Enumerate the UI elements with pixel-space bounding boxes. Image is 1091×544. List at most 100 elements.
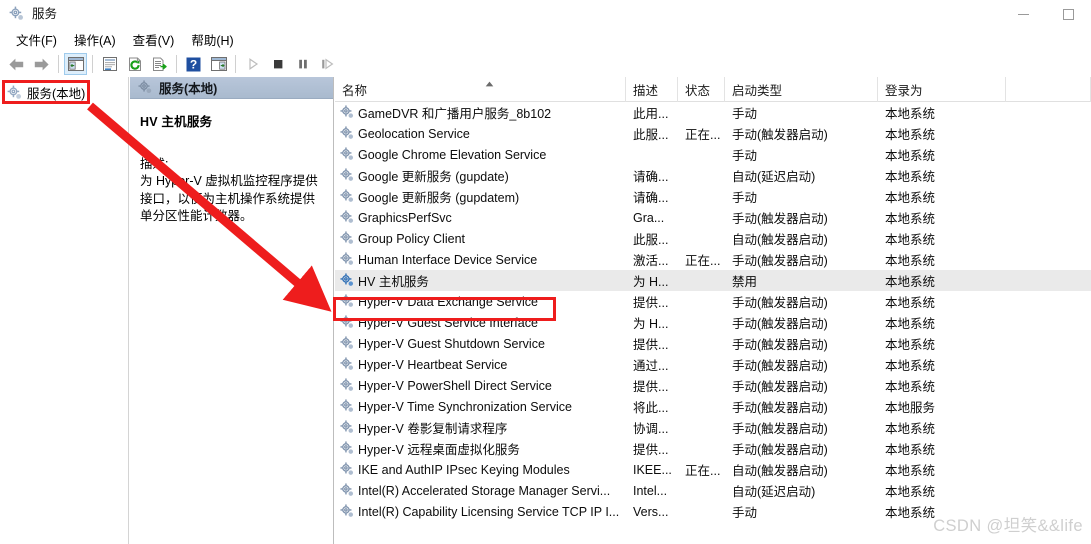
restart-service-button[interactable] xyxy=(316,53,339,75)
cell-startup-type: 手动(触发器启动) xyxy=(732,380,828,394)
tree-node-services-local[interactable]: 服务(本地) xyxy=(4,83,107,102)
cell-log-on-as: 本地系统 xyxy=(885,443,936,457)
svg-text:?: ? xyxy=(190,57,197,71)
table-row[interactable]: Hyper-V 远程桌面虚拟化服务 提供... 手动(触发器启动) 本地系统 xyxy=(335,438,1091,459)
service-name-text: Google Chrome Elevation Service xyxy=(358,147,547,162)
detail-pane-body: HV 主机服务 描述: 为 Hyper-V 虚拟机监控程序提供接口，以便为主机操… xyxy=(130,99,333,226)
help-button[interactable]: ? xyxy=(182,53,205,75)
cell-name: Hyper-V Heartbeat Service xyxy=(335,357,626,372)
gear-icon xyxy=(9,6,23,20)
table-row[interactable]: Google 更新服务 (gupdate) 请确... 自动(延迟启动) 本地系统 xyxy=(335,165,1091,186)
cell-name: Geolocation Service xyxy=(335,126,626,141)
menu-action[interactable]: 操作(A) xyxy=(66,28,125,51)
show-console-tree-button[interactable] xyxy=(207,53,230,75)
cell-log-on-as: 本地系统 xyxy=(885,275,936,289)
toolbar-separator-2 xyxy=(92,55,93,73)
table-row[interactable]: Google Chrome Elevation Service 手动 本地系统 xyxy=(335,144,1091,165)
cell-startup-type: 手动(触发器启动) xyxy=(732,317,828,331)
services-console-window: 服务 文件(F) 操作(A) 查看(V) 帮助(H) ? 服务(本地) 服务(本… xyxy=(0,0,1091,544)
cell-startup-type: 手动 xyxy=(732,107,758,121)
detail-pane-title: 服务(本地) xyxy=(159,82,218,96)
column-name-label: 名称 xyxy=(342,84,368,98)
service-name-text: Group Policy Client xyxy=(358,231,465,246)
start-service-button[interactable] xyxy=(241,53,264,75)
main-area: 服务(本地) 服务(本地) HV 主机服务 描述: 为 Hyper-V 虚拟机监… xyxy=(0,77,1091,544)
table-row[interactable]: Hyper-V 卷影复制请求程序 协调... 手动(触发器启动) 本地系统 xyxy=(335,417,1091,438)
gear-icon xyxy=(340,126,354,139)
pause-service-icon xyxy=(298,59,307,69)
cell-startup-type: 手动(触发器启动) xyxy=(732,296,828,310)
table-row[interactable]: Hyper-V Guest Service Interface 为 H... 手动(… xyxy=(335,312,1091,333)
cell-description: 提供... xyxy=(633,380,669,394)
menu-file[interactable]: 文件(F) xyxy=(8,28,66,51)
table-row[interactable]: Geolocation Service 此服... 正在... 手动(触发器启动) 本地… xyxy=(335,123,1091,144)
sort-ascending-icon xyxy=(485,81,494,87)
cell-log-on-as: 本地系统 xyxy=(885,191,936,205)
cell-name: Hyper-V Data Exchange Service xyxy=(335,294,626,309)
cell-name: Human Interface Device Service xyxy=(335,252,626,267)
table-row[interactable]: Hyper-V Time Synchronization Service 将此..… xyxy=(335,396,1091,417)
show-hide-tree-button[interactable] xyxy=(64,53,87,75)
table-row[interactable]: HV 主机服务 为 H... 禁用 本地系统 xyxy=(335,270,1091,291)
show-console-tree-icon xyxy=(210,56,227,71)
description-text: 为 Hyper-V 虚拟机监控程序提供接口，以便为主机操作系统提供单分区性能计数… xyxy=(140,174,318,223)
cell-name: Hyper-V PowerShell Direct Service xyxy=(335,378,626,393)
table-row[interactable]: Intel(R) Accelerated Storage Manager Ser… xyxy=(335,480,1091,501)
cell-description: 通过... xyxy=(633,359,669,373)
forward-button[interactable] xyxy=(30,53,53,75)
service-name-text: Human Interface Device Service xyxy=(358,252,538,267)
column-name[interactable]: 名称 xyxy=(335,77,626,102)
cell-log-on-as: 本地系统 xyxy=(885,296,936,310)
column-startup-type[interactable]: 启动类型 xyxy=(725,77,878,102)
pause-service-button[interactable] xyxy=(291,53,314,75)
stop-service-button[interactable] xyxy=(266,53,289,75)
minimize-button[interactable] xyxy=(1001,0,1046,28)
cell-description: 此用... xyxy=(633,107,669,121)
menu-view[interactable]: 查看(V) xyxy=(125,28,184,51)
cell-log-on-as: 本地系统 xyxy=(885,254,936,268)
services-list-header: 名称 描述 状态 启动类型 登录为 xyxy=(335,77,1091,102)
gear-icon xyxy=(340,420,354,433)
table-row[interactable]: IKE and AuthIP IPsec Keying Modules IKEE.… xyxy=(335,459,1091,480)
table-row[interactable]: Hyper-V PowerShell Direct Service 提供... 手动… xyxy=(335,375,1091,396)
export-list-button[interactable] xyxy=(148,53,171,75)
column-spacer[interactable] xyxy=(1006,77,1091,102)
cell-startup-type: 手动 xyxy=(732,506,758,520)
column-status[interactable]: 状态 xyxy=(678,77,725,102)
column-log-on-as[interactable]: 登录为 xyxy=(878,77,1006,102)
service-name-text: Hyper-V Heartbeat Service xyxy=(358,357,508,372)
service-name-text: GraphicsPerfSvc xyxy=(358,210,452,225)
service-name-text: Google 更新服务 (gupdatem) xyxy=(358,191,520,205)
cell-name: Group Policy Client xyxy=(335,231,626,246)
service-name-text: Hyper-V Time Synchronization Service xyxy=(358,399,572,414)
column-log-on-as-label: 登录为 xyxy=(885,84,923,98)
cell-status: 正在... xyxy=(685,464,721,478)
refresh-button[interactable] xyxy=(123,53,146,75)
gear-icon xyxy=(340,399,354,412)
gear-icon xyxy=(340,231,354,244)
export-list-icon xyxy=(152,57,167,71)
table-row[interactable]: Group Policy Client 此服... 自动(触发器启动) 本地系统 xyxy=(335,228,1091,249)
table-row[interactable]: Human Interface Device Service 激活... 正在...… xyxy=(335,249,1091,270)
table-row[interactable]: GameDVR 和广播用户服务_8b102 此用... 手动 本地系统 xyxy=(335,102,1091,123)
cell-log-on-as: 本地系统 xyxy=(885,212,936,226)
back-button[interactable] xyxy=(5,53,28,75)
column-startup-type-label: 启动类型 xyxy=(732,84,783,98)
table-row[interactable]: Hyper-V Data Exchange Service 提供... 手动(触发器… xyxy=(335,291,1091,312)
maximize-button[interactable] xyxy=(1046,0,1091,28)
properties-button[interactable] xyxy=(98,53,121,75)
table-row[interactable]: Hyper-V Heartbeat Service 通过... 手动(触发器启动) 本… xyxy=(335,354,1091,375)
cell-log-on-as: 本地系统 xyxy=(885,317,936,331)
cell-name: Hyper-V Time Synchronization Service xyxy=(335,399,626,414)
table-row[interactable]: Hyper-V Guest Shutdown Service 提供... 手动(触发… xyxy=(335,333,1091,354)
cell-startup-type: 手动(触发器启动) xyxy=(732,359,828,373)
console-tree-pane: 服务(本地) xyxy=(0,77,129,544)
cell-description: 将此... xyxy=(633,401,669,415)
column-description[interactable]: 描述 xyxy=(626,77,678,102)
menu-help[interactable]: 帮助(H) xyxy=(183,28,242,51)
cell-startup-type: 手动(触发器启动) xyxy=(732,254,828,268)
table-row[interactable]: GraphicsPerfSvc Gra... 手动(触发器启动) 本地系统 xyxy=(335,207,1091,228)
maximize-icon xyxy=(1063,8,1074,20)
table-row[interactable]: Google 更新服务 (gupdatem) 请确... 手动 本地系统 xyxy=(335,186,1091,207)
cell-log-on-as: 本地系统 xyxy=(885,233,936,247)
